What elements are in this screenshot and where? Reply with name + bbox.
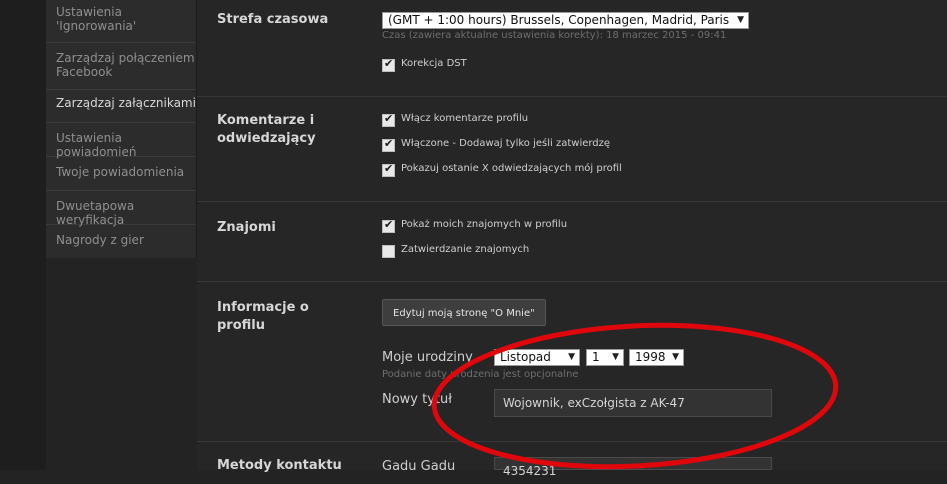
comments-label-line2: odwiedzający <box>217 131 316 146</box>
dropdown-arrow-icon: ▼ <box>672 352 679 362</box>
dropdown-arrow-icon: ▼ <box>737 15 744 25</box>
profile-info-label: Informacje o profilu <box>217 300 309 333</box>
approve-comments-label: Włączone - Dodawaj tylko jeśli zatwierdz… <box>401 138 611 149</box>
sidebar-item-facebook[interactable]: Zarządzaj połączeniem Facebook <box>46 49 196 90</box>
section-divider <box>197 281 947 282</box>
section-divider <box>197 96 947 97</box>
sidebar-item-ignore-settings[interactable]: Ustawienia 'Ignorowania' <box>46 5 196 43</box>
timezone-select[interactable]: (GMT + 1:00 hours) Brussels, Copenhagen,… <box>382 12 749 29</box>
birth-year-select[interactable]: 1998 ▼ <box>629 349 684 366</box>
sidebar-item-label: Ustawienia 'Ignorowania' <box>56 5 137 33</box>
birth-year-value: 1998 <box>635 350 666 364</box>
sidebar-item-game-rewards[interactable]: Nagrody z gier <box>46 233 196 258</box>
approve-friends-checkbox[interactable] <box>382 245 395 258</box>
approve-comments-checkbox[interactable] <box>382 137 395 152</box>
sidebar-item-label: Ustawienia powiadomień <box>56 131 137 159</box>
sidebar-item-two-step[interactable]: Dwuetapowa weryfikacja <box>46 199 196 227</box>
show-friends-checkbox[interactable] <box>382 218 395 233</box>
sidebar-item-attachments[interactable]: Zarządzaj załącznikami <box>46 96 196 123</box>
settings-sidebar: Ustawienia 'Ignorowania' Zarządzaj połąc… <box>46 0 197 258</box>
sidebar-item-label: Nagrody z gier <box>56 233 144 247</box>
timezone-label: Strefa czasowa <box>217 12 329 27</box>
gadu-gadu-label: Gadu Gadu <box>382 459 456 474</box>
contact-label: Metody kontaktu <box>217 458 342 473</box>
dropdown-arrow-icon: ▼ <box>568 352 575 362</box>
comments-label-line1: Komentarze i <box>217 113 315 128</box>
sidebar-item-label: Zarządzaj połączeniem Facebook <box>56 51 195 79</box>
profile-comments-label: Włącz komentarze profilu <box>401 113 529 124</box>
new-title-input[interactable]: Wojownik, exCzołgista z AK-47 <box>494 389 772 417</box>
birthday-label: Moje urodziny <box>382 350 473 365</box>
birthday-hint: Podanie daty urodzenia jest opcjonalne <box>382 369 579 380</box>
timezone-hint: Czas (zawiera aktualne ustawienia korekt… <box>382 30 727 41</box>
show-visitors-checkbox[interactable] <box>382 162 395 177</box>
sidebar-item-label: Twoje powiadomienia <box>56 165 185 179</box>
show-visitors-label: Pokazuj ostanie X odwiedzających mój pro… <box>401 163 622 174</box>
dst-checkbox[interactable] <box>382 57 395 72</box>
approve-friends-label: Zatwierdzanie znajomych <box>401 244 530 255</box>
profile-comments-checkbox[interactable] <box>382 112 395 127</box>
sidebar-item-label: Zarządzaj załącznikami <box>56 96 196 110</box>
comments-label: Komentarze i odwiedzający <box>217 112 357 148</box>
birth-day-select[interactable]: 1 ▼ <box>586 349 624 366</box>
dst-label: Korekcja DST <box>401 58 467 69</box>
section-divider <box>197 441 947 442</box>
edit-about-me-button[interactable]: Edytuj moją stronę "O Mnie" <box>382 299 546 326</box>
birth-month-value: Listopad <box>500 350 551 364</box>
birth-day-value: 1 <box>592 350 600 364</box>
birth-month-select[interactable]: Listopad ▼ <box>494 349 580 366</box>
friends-label: Znajomi <box>217 220 276 235</box>
timezone-selected-value: (GMT + 1:00 hours) Brussels, Copenhagen,… <box>388 13 730 27</box>
section-divider <box>197 201 947 202</box>
page-background <box>0 0 46 470</box>
sidebar-item-notification-settings[interactable]: Ustawienia powiadomień <box>46 131 196 159</box>
gadu-gadu-input[interactable]: 4354231 <box>494 457 772 478</box>
sidebar-item-label: Dwuetapowa weryfikacja <box>56 199 135 227</box>
show-friends-label: Pokaż moich znajomych w profilu <box>401 219 568 230</box>
new-title-label: Nowy tytuł <box>382 392 452 407</box>
dropdown-arrow-icon: ▼ <box>612 352 619 362</box>
sidebar-item-notifications[interactable]: Twoje powiadomienia <box>46 165 196 191</box>
